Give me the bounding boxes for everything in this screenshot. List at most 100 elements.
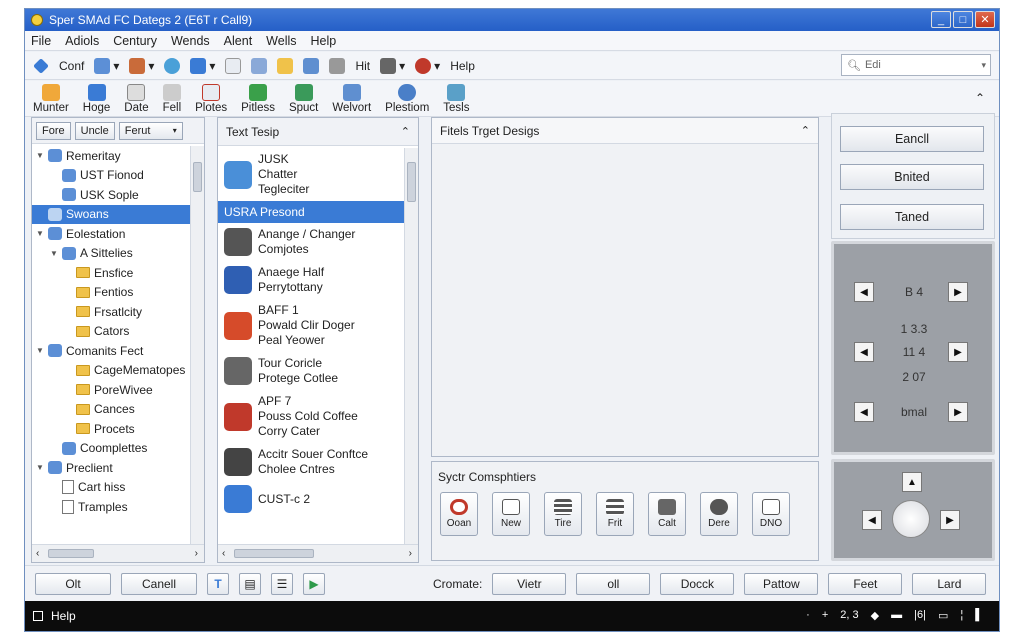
tool-hoge[interactable]: Hoge <box>83 84 110 114</box>
list-item[interactable]: BAFF 1 Powald Clir Doger Peal Yeower <box>218 299 404 352</box>
list-item[interactable]: Tour Coricle Protege Cotlee <box>218 352 404 390</box>
expand-icon[interactable]: ▼ <box>36 463 44 472</box>
menu-alent[interactable]: Alent <box>224 34 253 48</box>
tree-node[interactable]: Tramples <box>32 497 190 517</box>
list-item[interactable]: Accitr Souer Conftce Cholee Cntres <box>218 443 404 481</box>
tb-flag[interactable]: ▾ <box>380 57 405 74</box>
nav-hscrollbar[interactable]: ‹ › <box>32 544 204 562</box>
search-input[interactable]: 🔍︎ Edi ▾ <box>841 54 991 76</box>
tree-node[interactable]: Coomplettes <box>32 439 190 459</box>
scroll-thumb[interactable] <box>193 162 202 192</box>
tree-node[interactable]: ▼ Preclient <box>32 458 190 478</box>
tb-hit[interactable]: Hit <box>355 59 370 73</box>
list-vscrollbar[interactable] <box>404 148 418 544</box>
view-button[interactable]: Vietr <box>492 572 567 595</box>
tb-window[interactable] <box>303 57 320 74</box>
feet-button[interactable]: Feet <box>828 572 903 595</box>
tool-fell[interactable]: Fell <box>163 84 181 114</box>
tree-node[interactable]: PoreWivee <box>32 380 190 400</box>
tree-node[interactable]: CageMematopes <box>32 361 190 381</box>
center-knob[interactable] <box>892 500 930 538</box>
tree-node[interactable]: Procets <box>32 419 190 439</box>
menu-wends[interactable]: Wends <box>171 34 210 48</box>
lard-button[interactable]: Lard <box>912 572 987 595</box>
tree-node[interactable]: ▼ Comanits Fect <box>32 341 190 361</box>
tree-node[interactable]: USK Sople <box>32 185 190 205</box>
list-item[interactable]: Anaege Half Perrytottany <box>218 261 404 299</box>
next-arrow-button[interactable]: ▶ <box>948 402 968 422</box>
maximize-button[interactable]: □ <box>953 11 973 28</box>
scroll-thumb[interactable] <box>48 549 94 558</box>
list-item[interactable]: APF 7 Pouss Cold Coffee Corry Cater <box>218 390 404 443</box>
cancel-button[interactable]: Canell <box>121 572 197 595</box>
tree-node[interactable]: UST Fionod <box>32 166 190 186</box>
tb-card[interactable]: ▾ <box>190 57 215 74</box>
list-hscrollbar[interactable]: ‹ › <box>218 544 418 562</box>
tb-doc[interactable] <box>225 57 242 74</box>
tb-calc[interactable] <box>329 57 346 74</box>
tb-pen[interactable]: ▾ <box>129 57 154 74</box>
dere-command-button[interactable]: Dere <box>700 492 738 536</box>
calt-command-button[interactable]: Calt <box>648 492 686 536</box>
prev-arrow-button[interactable]: ◀ <box>854 342 874 362</box>
pattow-button[interactable]: Pattow <box>744 572 819 595</box>
list-tool-button[interactable]: ☰ <box>271 572 293 595</box>
docck-button[interactable]: Docck <box>660 572 735 595</box>
expand-icon[interactable]: ▼ <box>36 346 44 355</box>
collapse-icon[interactable]: ⌃ <box>801 124 810 137</box>
taned-button[interactable]: Taned <box>840 204 984 230</box>
tb-note[interactable] <box>277 57 294 74</box>
tb-stop[interactable]: ▾ <box>415 57 440 74</box>
menu-century[interactable]: Century <box>113 34 157 48</box>
menu-help[interactable]: Help <box>311 34 337 48</box>
bnited-button[interactable]: Bnited <box>840 164 984 190</box>
scroll-right-icon[interactable]: › <box>195 548 198 559</box>
search-dropdown-icon[interactable]: ▾ <box>981 60 986 71</box>
tool-pitless[interactable]: Pitless <box>241 84 275 114</box>
tool-welvort[interactable]: Welvort <box>332 84 371 114</box>
up-arrow-button[interactable]: ▲ <box>902 472 922 492</box>
eancll-button[interactable]: Eancll <box>840 126 984 152</box>
new-command-button[interactable]: New <box>492 492 530 536</box>
expand-icon[interactable]: ▼ <box>50 249 58 258</box>
open-command-button[interactable]: Ooan <box>440 492 478 536</box>
menu-adiols[interactable]: Adiols <box>65 34 99 48</box>
prev-arrow-button[interactable]: ◀ <box>854 282 874 302</box>
page-tool-button[interactable]: ▤ <box>239 572 261 595</box>
scroll-right-icon[interactable]: › <box>409 548 412 559</box>
next-arrow-button[interactable]: ▶ <box>948 282 968 302</box>
dno-command-button[interactable]: DNO <box>752 492 790 536</box>
nav-fore-button[interactable]: Fore <box>36 121 71 140</box>
tree-node[interactable]: Ensfice <box>32 263 190 283</box>
oll-button[interactable]: oll <box>576 572 651 595</box>
tree-node[interactable]: Frsatlcity <box>32 302 190 322</box>
tool-plestiom[interactable]: Plestiom <box>385 84 429 114</box>
tb-help[interactable]: Help <box>450 59 475 73</box>
tree-node[interactable]: Swoans <box>32 204 190 224</box>
list-item[interactable]: USRA Presond <box>218 201 404 223</box>
list-item[interactable]: JUSK Chatter Tegleciter <box>218 148 404 201</box>
tree-node[interactable]: ▼ Remeritay <box>32 146 190 166</box>
menu-file[interactable]: File <box>31 34 51 48</box>
olt-button[interactable]: Olt <box>35 572 111 595</box>
flag-tool-button[interactable]: ▶ <box>303 572 325 595</box>
tb-grid[interactable] <box>251 57 268 74</box>
next-arrow-button[interactable]: ▶ <box>948 342 968 362</box>
tool-munter[interactable]: Munter <box>33 84 69 114</box>
collapse-icon[interactable]: ⌃ <box>401 125 410 138</box>
tool-spuct[interactable]: Spuct <box>289 84 318 114</box>
scroll-left-icon[interactable]: ‹ <box>36 548 39 559</box>
tree-node[interactable]: Cators <box>32 322 190 342</box>
list-item[interactable]: Anange / Changer Comjotes <box>218 223 404 261</box>
collapse-ribbon-icon[interactable]: ⌃ <box>975 91 985 105</box>
tire-command-button[interactable]: Tire <box>544 492 582 536</box>
text-tool-button[interactable]: T <box>207 572 229 595</box>
menu-wells[interactable]: Wells <box>266 34 296 48</box>
tree-node[interactable]: ▼ A Sittelies <box>32 244 190 264</box>
tb-conf[interactable]: Conf <box>59 59 84 73</box>
scroll-left-icon[interactable]: ‹ <box>222 548 225 559</box>
tree-node[interactable]: Cances <box>32 400 190 420</box>
tool-date[interactable]: Date <box>124 84 149 114</box>
close-button[interactable]: ✕ <box>975 11 995 28</box>
tool-plotes[interactable]: Plotes <box>195 84 227 114</box>
